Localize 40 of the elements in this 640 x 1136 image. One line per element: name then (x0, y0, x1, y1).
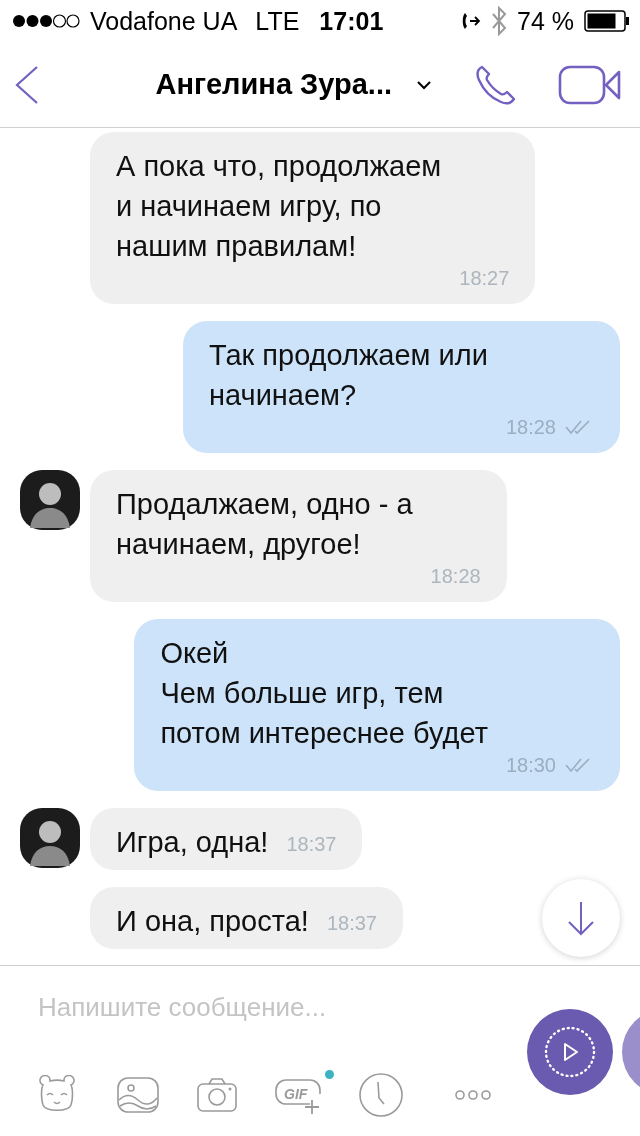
message-time: 18:28 (505, 415, 556, 439)
avatar-icon[interactable] (20, 470, 80, 530)
avatar-icon[interactable] (20, 808, 80, 868)
clock-icon[interactable] (358, 1072, 404, 1118)
message-bubble[interactable]: Так продолжаем или начинаем? 18:28 (183, 321, 620, 453)
message-input[interactable]: Напишите сообщение... (38, 992, 478, 1023)
message-text: Продалжаем, одно - а начинаем, другое! (116, 487, 414, 562)
message-time: 18:37 (286, 832, 337, 856)
message-time: 18:30 (505, 753, 556, 777)
scroll-down-button[interactable] (542, 879, 620, 957)
carrier-name: Vodafone UA (90, 6, 238, 36)
video-call-icon[interactable] (558, 63, 622, 106)
phone-icon[interactable] (474, 63, 518, 106)
chevron-down-icon[interactable] (416, 79, 432, 90)
back-icon[interactable] (14, 64, 40, 105)
more-icon[interactable] (454, 1089, 492, 1101)
message-text: Игра, одна! (116, 825, 269, 860)
signal-icon (12, 13, 80, 29)
contact-name[interactable]: Ангелина Зура... (155, 68, 392, 101)
message-time: 18:28 (430, 564, 481, 588)
message-bubble[interactable]: Игра, одна! 18:37 (90, 808, 363, 870)
message-text: А пока что, продолжаем и начинаем игру, по нашим правилам! (116, 149, 443, 264)
message-bubble[interactable]: Окей Чем больше игр, тем потом интереснее будет 18:30 (134, 619, 620, 791)
message-time: 18:37 (326, 911, 377, 935)
message-text: Окей Чем больше игр, тем потом интереснее будет (160, 636, 489, 751)
message-text: И она, проста! (116, 904, 309, 939)
bluetooth-icon (491, 6, 507, 36)
camera-icon[interactable] (196, 1077, 238, 1113)
clock-time: 17:01 (319, 6, 384, 36)
message-time: 18:27 (459, 266, 510, 290)
play-icon (544, 1026, 596, 1078)
message-bubble[interactable]: Продалжаем, одно - а начинаем, другое! 18:28 (90, 470, 507, 602)
arrow-down-icon (566, 900, 596, 936)
gallery-icon[interactable] (116, 1076, 160, 1114)
battery-icon (584, 10, 630, 32)
message-bubble[interactable]: И она, проста! 18:37 (90, 887, 403, 949)
network-type: LTE (255, 6, 300, 36)
message-text: Так продолжаем или начинаем? (209, 338, 489, 413)
battery-percent: 74 % (517, 6, 574, 36)
message-bubble[interactable]: А пока что, продолжаем и начинаем игру, по нашим правилам! 18:27 (90, 132, 536, 304)
